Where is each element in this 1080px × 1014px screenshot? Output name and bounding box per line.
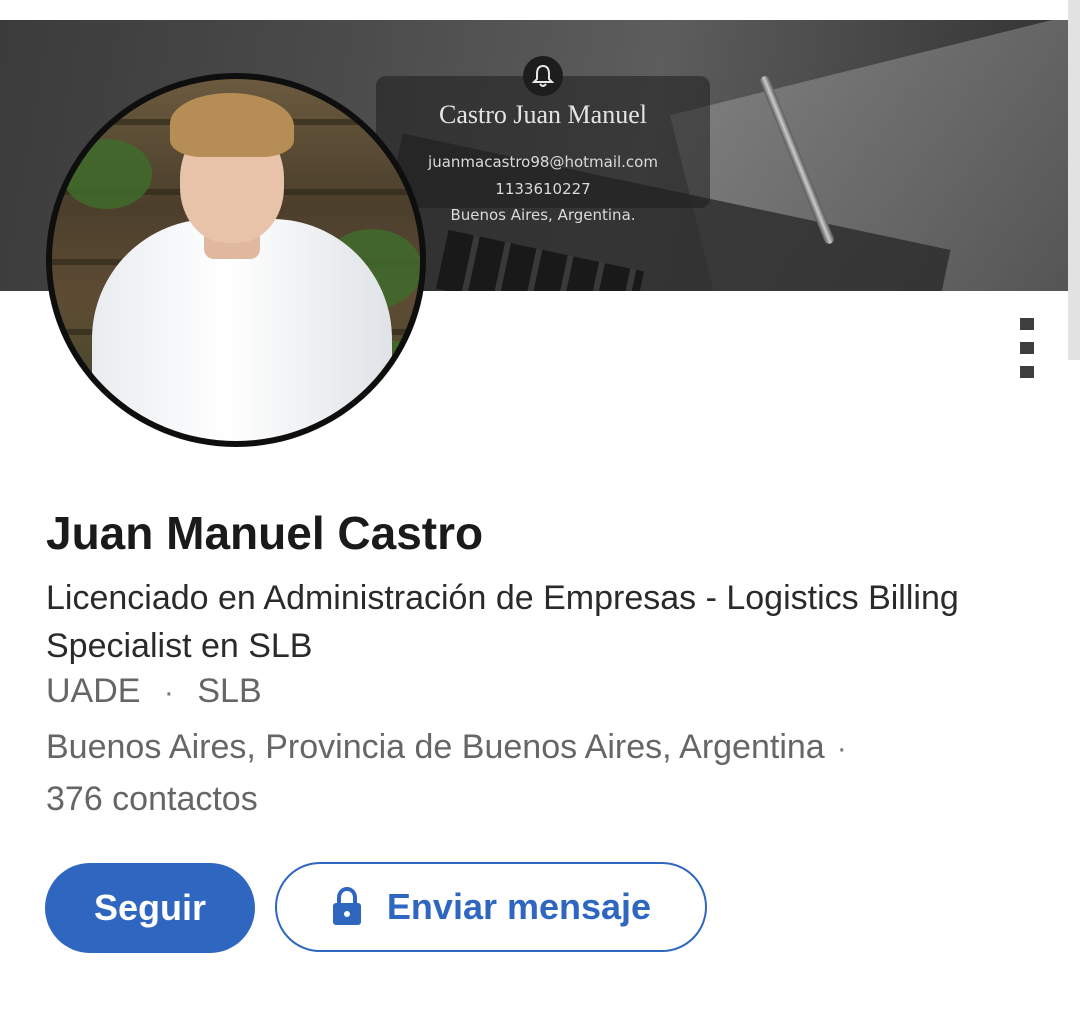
photo-hair <box>170 93 294 157</box>
send-message-button-label: Enviar mensaje <box>386 886 652 927</box>
photo-leaves <box>62 139 152 209</box>
separator-dot: · <box>163 676 174 709</box>
follow-button-label: Seguir <box>93 887 207 928</box>
profile-headline: Licenciado en Administración de Empresas… <box>46 579 959 665</box>
avatar-photo <box>52 79 420 441</box>
location-text: Buenos Aires, Provincia de Buenos Aires,… <box>46 728 825 766</box>
follow-button[interactable]: Seguir <box>45 863 255 953</box>
company-link[interactable]: SLB <box>197 672 261 710</box>
profile-name: Juan Manuel Castro <box>46 507 484 559</box>
scrollbar[interactable] <box>1068 0 1080 360</box>
banner-card-location: Buenos Aires, Argentina. <box>450 206 636 224</box>
send-message-button[interactable]: Enviar mensaje <box>275 862 707 952</box>
banner-card-email: juanmacastro98@hotmail.com <box>428 153 658 171</box>
bell-icon <box>523 56 563 96</box>
education-link[interactable]: UADE <box>46 672 140 710</box>
status-strip <box>0 0 1080 20</box>
contacts-link[interactable]: 376 contactos <box>46 780 258 818</box>
more-vertical-icon[interactable] <box>1020 318 1034 378</box>
separator-dot: · <box>836 732 847 765</box>
profile-location-contacts: Buenos Aires, Provincia de Buenos Aires,… <box>46 722 1036 824</box>
banner-card-name: Castro Juan Manuel <box>439 100 647 129</box>
banner-card-phone: 1133610227 <box>495 180 591 198</box>
lock-icon <box>331 886 363 927</box>
profile-education-company: UADE · SLB <box>46 672 262 711</box>
profile-avatar[interactable] <box>46 73 426 447</box>
